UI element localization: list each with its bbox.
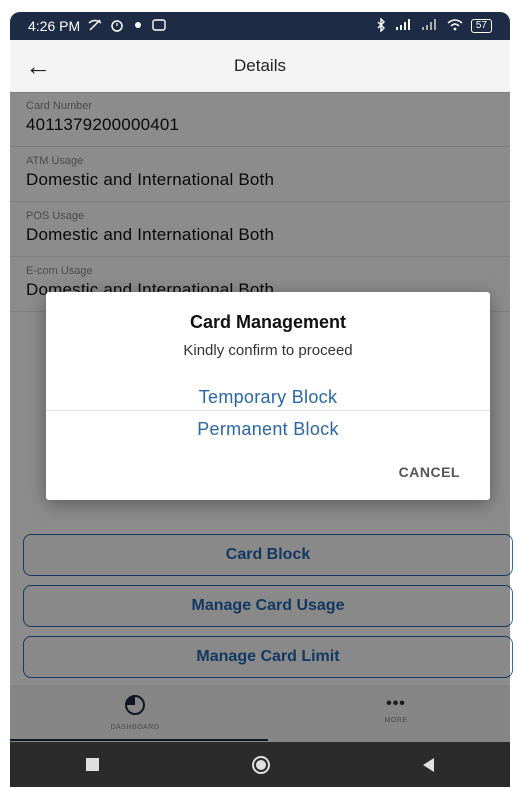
signal-icon bbox=[395, 18, 413, 34]
wifi-icon bbox=[447, 18, 463, 34]
dialog-title: Card Management bbox=[189, 312, 347, 332]
wifi-off-icon bbox=[88, 18, 102, 34]
location-icon bbox=[132, 18, 144, 34]
permanent-block-option[interactable]: Permanent Block bbox=[46, 419, 490, 440]
bluetooth-icon bbox=[375, 16, 387, 35]
home-icon[interactable] bbox=[251, 755, 270, 774]
notification-icon bbox=[152, 18, 166, 35]
status-time: 4:26 PM bbox=[28, 18, 81, 34]
battery-indicator: 57 bbox=[470, 19, 492, 33]
temporary-block-option[interactable]: Temporary Block bbox=[46, 387, 490, 408]
system-navigation-bar bbox=[10, 742, 510, 787]
dialog-divider bbox=[46, 410, 490, 411]
page-title: Details bbox=[234, 56, 286, 75]
recents-icon[interactable] bbox=[86, 758, 100, 771]
alarm-icon bbox=[110, 18, 124, 35]
cancel-button[interactable]: CANCEL bbox=[399, 464, 460, 480]
app-bar: ← Details bbox=[10, 40, 510, 93]
card-management-dialog: Card Management Kindly confirm to procee… bbox=[46, 292, 490, 500]
arrow-left-icon: ← bbox=[25, 50, 51, 81]
back-button[interactable]: ← bbox=[10, 51, 66, 82]
back-triangle-icon[interactable] bbox=[422, 757, 434, 772]
status-bar: 4:26 PM 57 bbox=[10, 12, 510, 40]
dialog-subtitle: Kindly confirm to proceed bbox=[183, 342, 353, 359]
signal-icon bbox=[421, 18, 439, 34]
